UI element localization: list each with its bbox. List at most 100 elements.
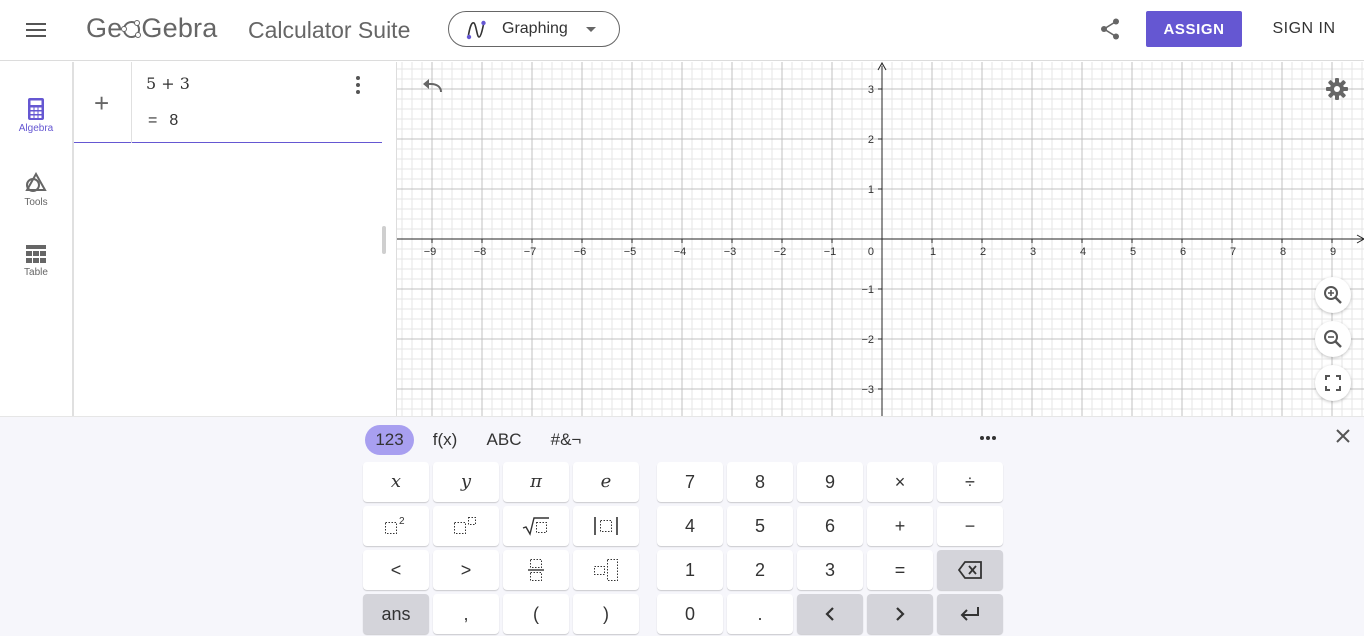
key-e[interactable]: e [573,462,639,502]
x-tick-label: 1 [930,246,936,258]
rail-label-tools: Tools [24,197,48,208]
key-square[interactable]: 2 [363,506,429,546]
output-value: 8 [169,112,179,129]
x-tick-label: −9 [424,246,437,258]
rail-item-tools[interactable]: Tools [0,172,72,232]
key-1[interactable]: 1 [657,550,723,590]
x-tick-label: 6 [1180,246,1186,258]
coordinate-grid: −9 −8 −7 −6 −5 −4 −3 −2 −1 1 2 3 4 5 6 7 8 9 3 2 1 −1 −2 −3 0 [397,62,1364,416]
key-sqrt[interactable] [503,506,569,546]
key-minus[interactable]: − [937,506,1003,546]
key-abs[interactable] [573,506,639,546]
key-decimal[interactable]: . [727,594,793,634]
rail-item-algebra[interactable]: Algebra [0,98,72,158]
x-tick-label: −3 [724,246,737,258]
plus-icon: + [94,88,110,118]
algebra-input[interactable]: 5 + 3 [146,74,190,93]
zoom-in-button[interactable] [1315,277,1351,313]
x-tick-label: −2 [774,246,787,258]
geogebra-app: Ge Gebra Calculator Suite Graphing ASSIGN… [0,0,1364,636]
add-item-button[interactable]: + [74,62,132,143]
rail-item-table[interactable]: Table [0,244,72,304]
app-select-dropdown[interactable]: Graphing [448,11,620,47]
x-tick-label: 8 [1280,246,1286,258]
key-sqrt-icon [522,517,549,536]
origin-label: 0 [868,246,874,258]
key-open-paren[interactable]: ( [503,594,569,634]
x-tick-label: 7 [1230,246,1236,258]
x-tick-label: −5 [624,246,637,258]
x-tick-label: −7 [524,246,537,258]
key-right-arrow-icon [896,607,905,621]
key-close-paren[interactable]: ) [573,594,639,634]
key-subscript[interactable] [573,550,639,590]
key-power[interactable] [433,506,499,546]
key-greater-than[interactable]: > [433,550,499,590]
key-6[interactable]: 6 [797,506,863,546]
rail-label-algebra: Algebra [18,123,54,134]
algebra-row[interactable]: + 5 + 3 = 8 [74,62,382,143]
keyboard-tab-fx[interactable]: f(x) [424,425,466,455]
y-tick-label: 1 [868,184,874,196]
key-subscript-icon [594,559,618,581]
key-9[interactable]: 9 [797,462,863,502]
x-tick-label: −6 [574,246,587,258]
key-y[interactable]: y [433,462,499,502]
y-tick-label: 3 [868,84,874,96]
share-icon[interactable] [1099,17,1121,41]
key-pi[interactable]: π [503,462,569,502]
key-ans[interactable]: ans [363,594,429,634]
keyboard-tab-symbols[interactable]: #&¬ [543,425,589,455]
assign-button[interactable]: ASSIGN [1146,11,1242,47]
panel-resize-handle[interactable] [382,226,386,254]
x-tick-label: 4 [1080,246,1086,258]
key-7[interactable]: 7 [657,462,723,502]
key-3[interactable]: 3 [797,550,863,590]
key-plus[interactable]: + [867,506,933,546]
key-x[interactable]: x [363,462,429,502]
key-5[interactable]: 5 [727,506,793,546]
shapes-icon [25,172,47,192]
suite-title: Calculator Suite [248,17,411,43]
key-2[interactable]: 2 [727,550,793,590]
close-keyboard-icon[interactable] [1335,428,1351,444]
graphics-view[interactable]: −9 −8 −7 −6 −5 −4 −3 −2 −1 1 2 3 4 5 6 7 8 9 3 2 1 −1 −2 −3 0 [396,62,1364,416]
keyboard-tab-abc[interactable]: ABC [478,425,530,455]
virtual-keyboard: 123 f(x) ABC #&¬ x y π e 2 < > ans,() 7 8 9 × ÷ 4 5 6 + −… [0,416,1364,636]
key-fraction-icon [528,559,544,581]
key-backspace[interactable] [937,550,1003,590]
zoom-out-button[interactable] [1315,321,1351,357]
key-enter[interactable] [937,594,1003,634]
keyboard-tab-123[interactable]: 123 [365,425,414,455]
key-multiply[interactable]: × [867,462,933,502]
x-tick-label: 9 [1330,246,1336,258]
key-4[interactable]: 4 [657,506,723,546]
key-left-arrow[interactable] [797,594,863,634]
undo-icon[interactable] [421,78,445,96]
settings-gear-icon[interactable] [1326,78,1348,100]
more-horiz-icon[interactable] [979,429,999,449]
key-fraction[interactable] [503,550,569,590]
svg-text:2: 2 [399,516,405,527]
more-vert-icon[interactable] [352,74,364,96]
chevron-down-icon [586,27,596,32]
key-divide[interactable]: ÷ [937,462,1003,502]
zoom-out-icon [1324,330,1342,348]
key-equals[interactable]: = [867,550,933,590]
key-0[interactable]: 0 [657,594,723,634]
output-equals: = [148,112,158,129]
algebra-view: + 5 + 3 = 8 [72,62,396,416]
calculator-icon [28,98,44,120]
key-less-than[interactable]: < [363,550,429,590]
fullscreen-icon [1325,375,1341,391]
y-tick-label: 2 [868,134,874,146]
key-right-arrow[interactable] [867,594,933,634]
key-comma[interactable]: , [433,594,499,634]
fullscreen-button[interactable] [1315,365,1351,401]
y-tick-label: −2 [861,334,874,346]
menu-icon[interactable] [24,20,48,40]
x-tick-label: 3 [1030,246,1036,258]
graphing-icon [466,20,486,40]
key-8[interactable]: 8 [727,462,793,502]
sign-in-button[interactable]: SIGN IN [1262,11,1346,47]
